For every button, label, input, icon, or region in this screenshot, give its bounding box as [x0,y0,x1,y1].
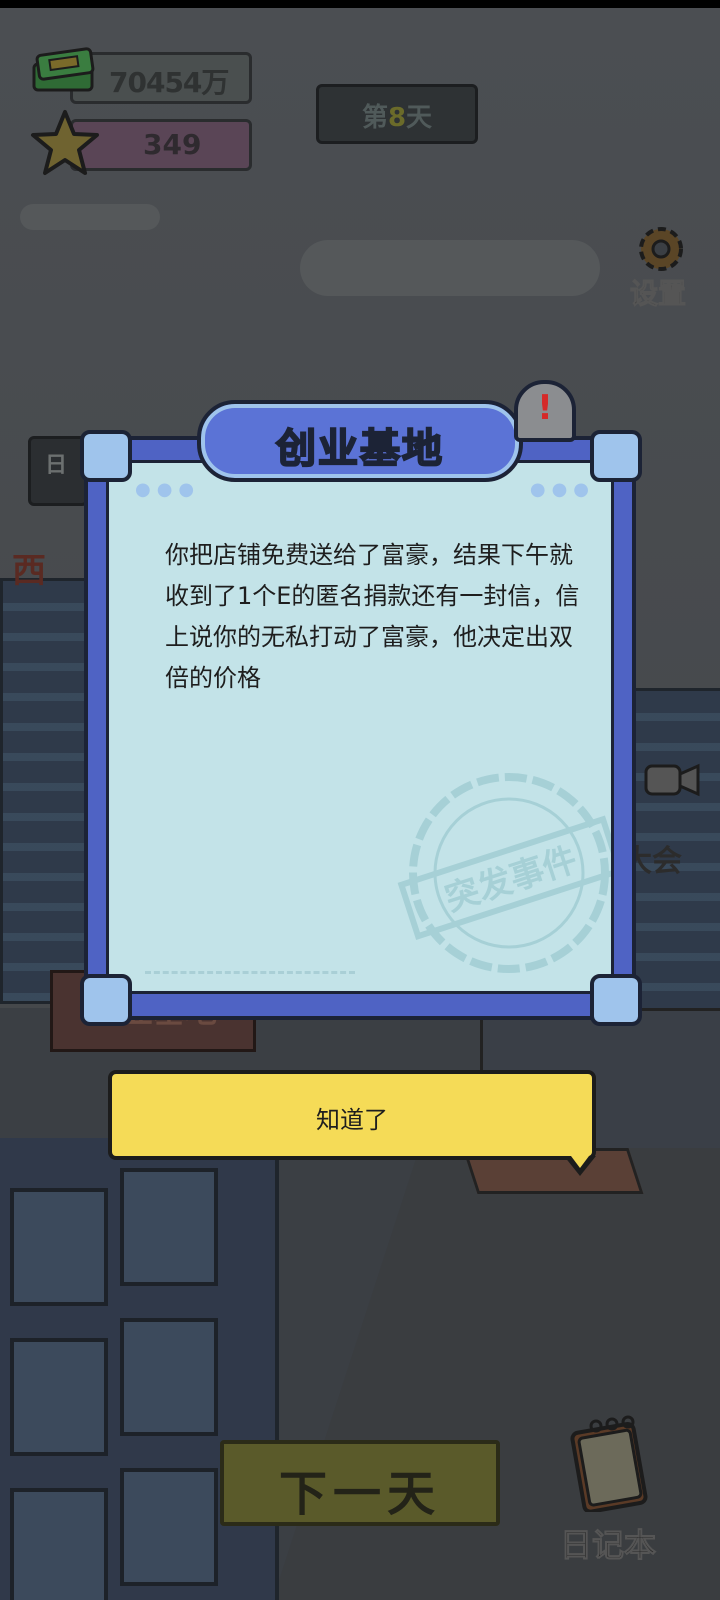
cloud [300,240,600,296]
next-day-button[interactable]: 下一天 [220,1440,500,1526]
decorative-dots-right: ●●● [529,479,595,500]
event-message: 你把店铺免费送给了富豪，结果下午就收到了1个E的匿名捐款还有一封信，信上说你的无… [165,541,580,692]
day-number: 8 [387,103,407,133]
street-sign-left: 西 [12,551,46,591]
money-value: 70454万 [109,66,229,99]
side-panel-left: 日 [28,436,88,506]
notebook-icon [570,1415,648,1512]
acknowledge-button[interactable]: 知道了 [108,1070,596,1176]
cloud [20,204,160,230]
event-stamp: 突发事件 [397,773,611,973]
frame-corner [80,430,132,482]
dialog-body: ●●● ●●● 你把店铺免费送给了富豪，结果下午就收到了1个E的匿名捐款还有一封… [106,460,614,994]
diary-button[interactable]: 日记本 [548,1412,668,1572]
star-icon [31,110,99,175]
frame-corner [590,430,642,482]
status-bar [0,0,720,8]
conference-button[interactable]: 大会 [622,760,720,880]
alert-mark: ! [537,388,553,428]
acknowledge-label: 知道了 [316,1106,388,1134]
dashed-divider [145,971,355,974]
alert-icon: ! [514,380,576,442]
frame-corner [590,974,642,1026]
event-dialog: ●●● ●●● 你把店铺免费送给了富豪，结果下午就收到了1个E的匿名捐款还有一封… [80,380,642,1026]
day-label: 第8天 [361,103,433,133]
decorative-dots-left: ●●● [135,479,201,500]
settings-button[interactable]: 设置 [618,220,698,311]
foreground-building [0,1138,279,1600]
next-day-label: 下一天 [278,1466,441,1522]
day-indicator: 第8天 [316,84,478,144]
gear-icon [639,227,683,271]
diary-label: 日记本 [559,1526,656,1565]
settings-label: 设置 [629,277,686,311]
star-value: 349 [143,128,202,161]
dialog-title: 创业基地 [275,425,444,473]
dialog-title-banner: 创业基地 [197,400,523,482]
money-stack-icon [32,47,95,92]
video-camera-icon [644,763,700,797]
frame-corner [80,974,132,1026]
